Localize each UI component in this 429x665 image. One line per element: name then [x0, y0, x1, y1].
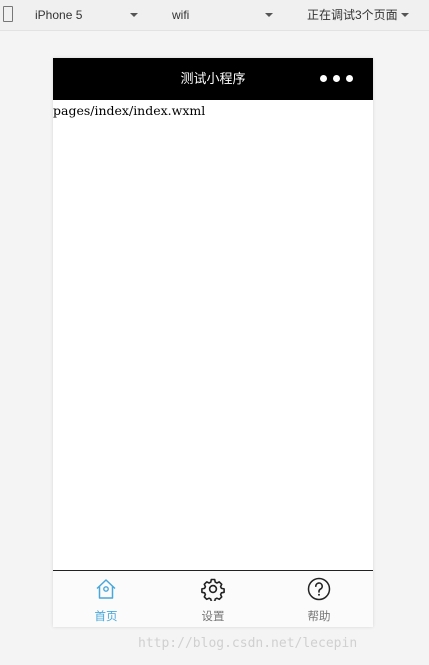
gear-icon [201, 578, 225, 601]
network-select-label: wifi [172, 8, 190, 22]
tab-bar: 首页 设置 帮助 [53, 570, 373, 627]
navigation-bar: 测试小程序 [53, 58, 373, 100]
debug-pages-select[interactable]: 正在调试3个页面 [307, 0, 417, 30]
ellipsis-icon [333, 75, 340, 82]
page-content: pages/index/index.wxml [53, 100, 373, 570]
tab-home-label: 首页 [94, 611, 118, 623]
help-icon [307, 577, 331, 601]
device-select-label: iPhone 5 [35, 8, 83, 22]
tab-settings-label: 设置 [201, 611, 225, 623]
device-select[interactable]: iPhone 5 [35, 0, 145, 30]
tab-help[interactable]: 帮助 [266, 571, 372, 627]
simulator-toolbar: iPhone 5 wifi 正在调试3个页面 [0, 0, 429, 31]
debug-pages-label: 正在调试3个页面 [307, 8, 398, 22]
tab-home[interactable]: 首页 [53, 571, 159, 627]
simulator-page: iPhone 5 wifi 正在调试3个页面 测试小程序 pages/index… [0, 0, 429, 665]
chevron-down-icon [401, 13, 409, 17]
tab-settings[interactable]: 设置 [160, 571, 266, 627]
network-select[interactable]: wifi [172, 0, 277, 30]
chevron-down-icon [130, 13, 138, 17]
chevron-down-icon [265, 13, 273, 17]
more-menu-button[interactable] [320, 75, 354, 83]
ellipsis-icon [346, 75, 353, 82]
ellipsis-icon [320, 75, 327, 82]
watermark-text: http://blog.csdn.net/lecepin [138, 636, 358, 651]
home-icon [96, 579, 116, 599]
device-toggle-icon[interactable] [3, 6, 13, 22]
tab-help-label: 帮助 [307, 611, 331, 623]
page-path-text: pages/index/index.wxml [53, 103, 206, 118]
phone-screen: 测试小程序 pages/index/index.wxml 首页 设置 帮助 [53, 58, 373, 627]
